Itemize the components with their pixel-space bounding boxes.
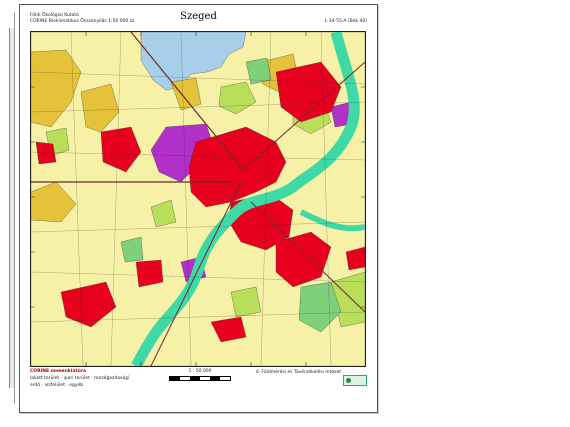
legend-heading: CORINE nomenklatúra — [30, 369, 87, 374]
land-cover-map[interactable] — [30, 31, 366, 367]
scale-bar-graphic — [169, 376, 231, 381]
series-label: CORINE Bioklimatikus Összenyílás 1:50 00… — [30, 19, 136, 24]
map-canvas[interactable] — [31, 32, 365, 366]
publisher-label: Földi Ökológiai Kutató — [30, 13, 79, 18]
urban-polygon — [35, 141, 57, 165]
credit-text: © Földmérési és Távérzékelési Intézet — [255, 370, 342, 375]
publisher-logo — [343, 375, 367, 386]
map-sheet: Szeged Földi Ökológiai Kutató CORINE Bio… — [19, 4, 378, 413]
urban-polygon — [135, 259, 164, 288]
adjacent-sheet-map-strip — [9, 28, 14, 388]
scale-bar: 1 : 50 000 — [160, 369, 240, 381]
sheet-id: L-34-55-A (Bék 40) — [324, 19, 367, 24]
adjacent-sheet-edge — [0, 12, 15, 404]
legend-line: erdő · vízfelület · egyéb — [30, 383, 84, 388]
legend-line: lakott terület · ipari terület · mezőgaz… — [30, 376, 130, 381]
grassland-polygon — [230, 286, 262, 318]
scale-label: 1 : 50 000 — [188, 369, 212, 374]
